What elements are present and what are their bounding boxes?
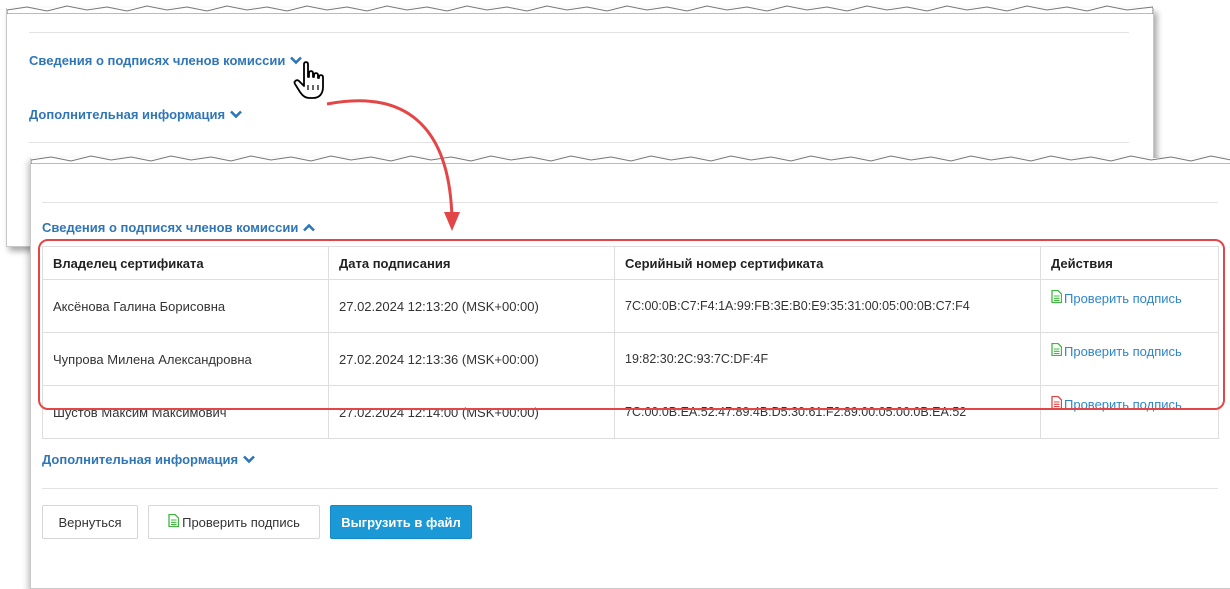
signatures-section-label: Сведения о подписях членов комиссии — [29, 53, 286, 68]
additional-info-label: Дополнительная информация — [42, 452, 239, 467]
divider — [42, 488, 1218, 489]
chevron-up-icon — [303, 220, 316, 235]
divider — [42, 202, 1218, 203]
document-ok-icon — [168, 513, 180, 530]
back-button-label: Вернуться — [58, 514, 122, 530]
export-to-file-button[interactable]: Выгрузить в файл — [330, 505, 472, 539]
additional-info-toggle-expanded[interactable]: Дополнительная информация — [42, 452, 255, 467]
verify-signature-button[interactable]: Проверить подпись — [148, 505, 320, 539]
signatures-section-label: Сведения о подписях членов комиссии — [42, 220, 299, 235]
chevron-down-icon — [230, 107, 242, 122]
back-button[interactable]: Вернуться — [42, 505, 138, 539]
torn-edge — [7, 5, 1153, 14]
signatures-section-toggle-expanded[interactable]: Сведения о подписях членов комиссии — [42, 220, 316, 235]
additional-info-label: Дополнительная информация — [29, 107, 226, 122]
torn-edge — [31, 155, 1230, 164]
divider — [29, 32, 1129, 33]
additional-info-toggle[interactable]: Дополнительная информация — [29, 107, 242, 122]
hand-cursor-icon — [293, 60, 327, 107]
chevron-down-icon — [243, 452, 255, 467]
highlight-frame — [38, 239, 1225, 410]
divider — [29, 142, 1129, 143]
signatures-section-toggle[interactable]: Сведения о подписях членов комиссии — [29, 53, 303, 68]
export-button-label: Выгрузить в файл — [341, 514, 461, 530]
verify-signature-button-label: Проверить подпись — [182, 514, 300, 530]
